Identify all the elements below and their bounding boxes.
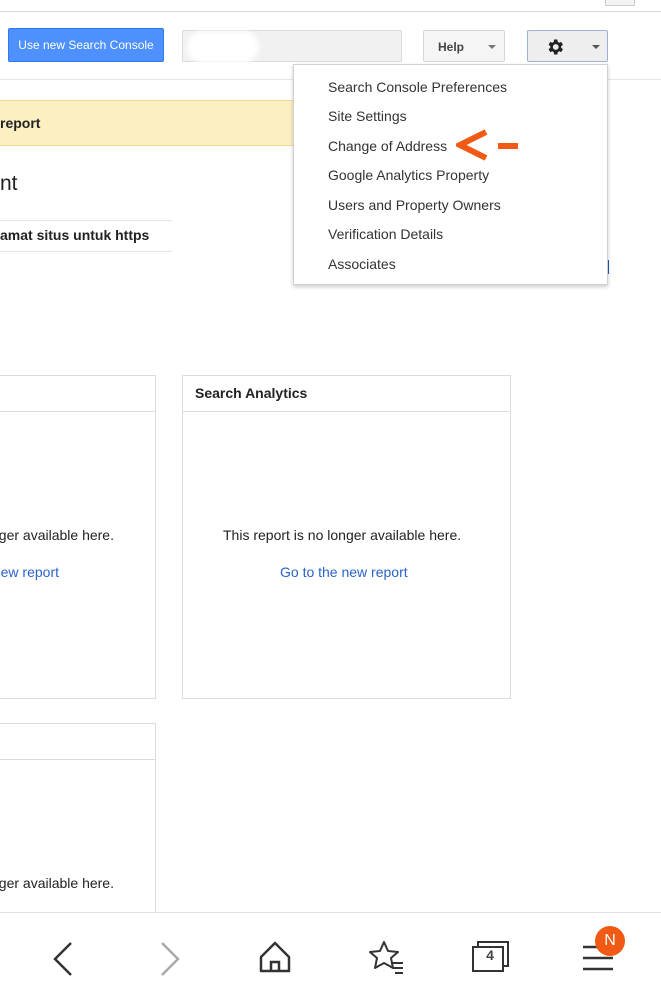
menu-item-google-analytics-property[interactable]: Google Analytics Property xyxy=(328,167,489,183)
star-list-icon xyxy=(369,941,403,974)
go-to-new-report-link[interactable]: ew report xyxy=(1,564,59,580)
card-message: This report is no longer available here. xyxy=(223,527,462,543)
home-button[interactable] xyxy=(220,913,330,1000)
card-message: nger available here. xyxy=(0,875,114,891)
menu-item-associates[interactable]: Associates xyxy=(328,256,396,272)
use-new-search-console-button[interactable]: Use new Search Console xyxy=(8,28,164,62)
card-message: nger available here. xyxy=(0,527,114,543)
help-button-label: Help xyxy=(438,40,465,54)
report-card-left-top: nger available here. ew report xyxy=(0,375,156,699)
settings-button[interactable] xyxy=(527,30,608,62)
hamburger-menu-icon xyxy=(583,945,613,971)
card-header: Search Analytics xyxy=(183,376,510,412)
gear-icon xyxy=(548,39,563,55)
bookmarks-button[interactable] xyxy=(329,913,439,1000)
redacted-property-name xyxy=(191,35,255,59)
report-card-left-bottom: nger available here. xyxy=(0,723,156,923)
tabs-count: 4 xyxy=(486,947,494,963)
row-divider xyxy=(0,251,172,252)
menu-item-users-and-property-owners[interactable]: Users and Property Owners xyxy=(328,197,501,213)
browser-menu-button[interactable] xyxy=(543,913,653,1000)
browser-bottom-nav: 4 xyxy=(0,912,661,1000)
page-heading: nt xyxy=(0,172,18,195)
menu-item-site-settings[interactable]: Site Settings xyxy=(328,108,407,124)
card-header xyxy=(0,376,155,412)
menu-item-search-console-preferences[interactable]: Search Console Preferences xyxy=(328,79,507,95)
report-banner: report xyxy=(0,100,300,146)
card-header xyxy=(0,724,155,760)
row-divider xyxy=(0,220,172,221)
card-title: Search Analytics xyxy=(195,385,308,401)
menu-item-change-of-address[interactable]: Change of Address xyxy=(328,138,447,154)
forward-button[interactable] xyxy=(114,913,224,1000)
top-strip-handle xyxy=(605,0,635,6)
site-address-message: amat situs untuk https xyxy=(0,227,150,243)
report-card-search-analytics: Search Analytics This report is no longe… xyxy=(182,375,511,699)
help-button[interactable]: Help xyxy=(423,30,505,62)
arrow-left-icon xyxy=(456,129,518,161)
help-chevron-down-icon xyxy=(488,45,496,49)
property-selector[interactable] xyxy=(182,30,402,62)
settings-chevron-down-icon xyxy=(592,45,600,49)
back-button[interactable] xyxy=(8,913,118,1000)
menu-item-verification-details[interactable]: Verification Details xyxy=(328,226,443,242)
chevron-left-icon xyxy=(53,942,72,976)
browser-top-strip xyxy=(0,0,661,12)
report-banner-text: report xyxy=(0,115,41,131)
notification-badge[interactable]: N xyxy=(595,926,625,956)
go-to-new-report-link[interactable]: Go to the new report xyxy=(280,564,408,580)
settings-dropdown-menu: Search Console Preferences Site Settings… xyxy=(293,64,608,285)
chevron-right-icon xyxy=(161,942,180,976)
home-icon xyxy=(259,941,291,973)
